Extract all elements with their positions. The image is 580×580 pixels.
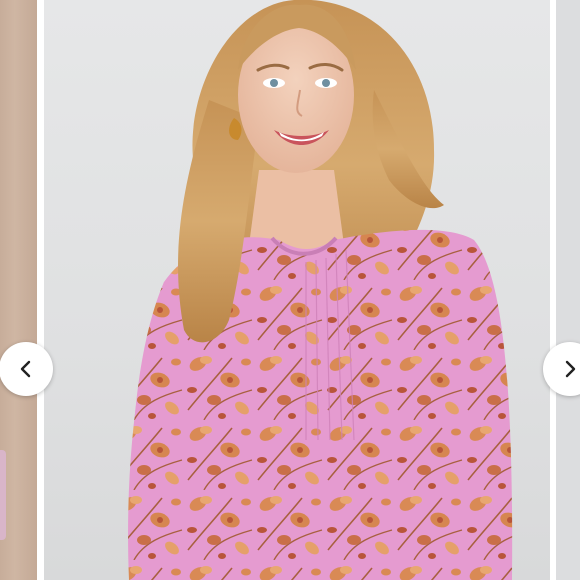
previous-slide-thumbnail[interactable]: [0, 0, 37, 580]
previous-image-button[interactable]: [0, 342, 53, 396]
previous-slide-garment-edge: [0, 450, 6, 540]
chevron-left-icon: [20, 360, 31, 378]
next-slide-thumbnail[interactable]: [556, 0, 580, 580]
model-wearing-floral-blouse-image: [128, 0, 513, 580]
chevron-right-icon: [565, 360, 576, 378]
product-image-carousel: [0, 0, 580, 580]
main-product-photo: [44, 0, 550, 580]
